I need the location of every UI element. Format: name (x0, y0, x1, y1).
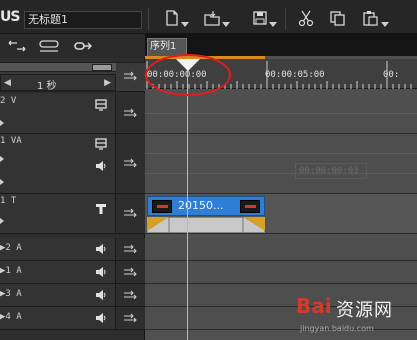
track-4-a[interactable]: ▶4 A (0, 307, 145, 330)
timescale-select[interactable]: ◀ 1 秒 ▶ (0, 74, 116, 92)
lane-1-va[interactable] (145, 134, 417, 194)
ruler-timecode-end: 00: (383, 70, 400, 80)
video-monitor-icon[interactable] (95, 138, 107, 150)
track-header[interactable]: 2 V (0, 94, 116, 133)
speaker-icon[interactable] (95, 266, 107, 278)
track-label: ▶2 A (0, 243, 22, 253)
sync-lock-icon[interactable] (123, 208, 137, 218)
track-label: 1 T (0, 196, 17, 206)
sync-lock-icon[interactable] (123, 290, 137, 300)
speaker-icon[interactable] (95, 312, 107, 324)
track-header[interactable]: 1 VA (0, 134, 116, 193)
video-monitor-icon[interactable] (95, 99, 107, 111)
sync-lock-icon[interactable] (123, 108, 137, 118)
clip-body[interactable] (147, 217, 265, 233)
project-name-field[interactable]: 无标题1 (24, 11, 142, 29)
watermark-url: jingyan.baidu.com (300, 324, 374, 333)
track-header[interactable]: 1 T (0, 194, 116, 233)
sync-lock-icon[interactable] (123, 158, 137, 168)
track-1-va[interactable]: 1 VA (0, 134, 145, 194)
sync-lock-icon[interactable] (123, 244, 137, 254)
track-height-icon[interactable] (6, 38, 28, 54)
scale-decrease-icon[interactable]: ◀ (4, 78, 11, 88)
title-clip[interactable]: 20150... (147, 196, 265, 233)
cut-icon[interactable] (297, 9, 315, 27)
track-header[interactable]: ▶3 A (0, 284, 116, 306)
timeline-mode-icon[interactable] (38, 38, 60, 54)
link-mode-icon[interactable] (72, 38, 94, 54)
ghost-timecode: 00:00:00:03 (295, 163, 367, 179)
timescale-control: ◀ 1 秒 ▶ (0, 62, 145, 92)
track-label: 2 V (0, 96, 17, 106)
track-header[interactable]: ▶2 A (0, 238, 116, 260)
track-label: 1 VA (0, 136, 22, 146)
speaker-icon[interactable] (95, 289, 107, 301)
watermark-text: 资源网 (336, 300, 393, 321)
track-label: ▶4 A (0, 312, 22, 322)
save-icon[interactable] (251, 9, 269, 27)
scale-increase-icon[interactable]: ▶ (104, 78, 111, 88)
clip-transition-marks (147, 217, 265, 233)
track-sync-cell[interactable] (116, 307, 145, 329)
track-2-v[interactable]: 2 V (0, 94, 145, 134)
title-track-icon[interactable] (95, 203, 107, 215)
speaker-icon[interactable] (95, 160, 107, 172)
clip-thumb-out (240, 200, 260, 213)
expand-caret-icon[interactable] (0, 179, 4, 185)
title-bar: US 无标题1 (0, 0, 417, 34)
app-brand: US (0, 9, 20, 25)
lane-2-v[interactable] (145, 94, 417, 134)
track-header[interactable]: ▶1 A (0, 261, 116, 283)
track-1-a[interactable]: ▶1 A (0, 261, 145, 284)
track-header-panel: ◀ 1 秒 ▶ 2 V 1 VA 1 T ▶2 A ▶1 A ▶3 A ▶4 A (0, 34, 145, 340)
track-sync-cell[interactable] (116, 238, 145, 260)
ruler-timecode-mid: 00:00:05:00 (265, 70, 325, 80)
sync-lock-icon[interactable] (123, 267, 137, 277)
timescale-slider[interactable] (0, 63, 116, 72)
timescale-slider-thumb[interactable] (92, 64, 112, 71)
track-sync-cell[interactable] (116, 261, 145, 283)
track-2-a[interactable]: ▶2 A (0, 238, 145, 261)
track-1-t[interactable]: 1 T (0, 194, 145, 234)
clip-label: 20150... (178, 199, 224, 212)
track-sync-cell[interactable] (116, 94, 145, 133)
track-3-a[interactable]: ▶3 A (0, 284, 145, 307)
toolbar-separator (148, 8, 149, 30)
expand-caret-icon[interactable] (0, 120, 4, 126)
track-sync-cell[interactable] (116, 194, 145, 233)
open-dropdown-icon[interactable] (222, 22, 230, 28)
clip-thumb-in (152, 200, 172, 213)
copy-icon[interactable] (328, 9, 346, 27)
sync-lock-icon[interactable] (123, 71, 137, 81)
track-tools-row (0, 34, 145, 58)
sync-lock-icon[interactable] (123, 313, 137, 323)
timescale-value: 1 秒 (37, 81, 57, 92)
playhead-line[interactable] (187, 59, 188, 340)
new-file-icon[interactable] (163, 9, 181, 27)
paste-dropdown-icon[interactable] (381, 22, 389, 28)
paste-icon[interactable] (361, 9, 379, 27)
track-label: ▶1 A (0, 266, 22, 276)
watermark: Bai 资源网 jingyan.baidu.com (296, 292, 417, 340)
track-sync-cell[interactable] (116, 284, 145, 306)
annotation-circle (145, 54, 231, 96)
clip-header[interactable]: 20150... (147, 196, 265, 216)
lane-2-a[interactable] (145, 238, 417, 261)
expand-caret-icon[interactable] (0, 218, 4, 224)
open-folder-icon[interactable] (203, 9, 221, 27)
sequence-tab-bar: 序列1 (145, 34, 417, 56)
track-label: ▶3 A (0, 289, 22, 299)
track-sync-cell[interactable] (116, 134, 145, 193)
expand-caret-icon[interactable] (0, 156, 4, 162)
new-file-dropdown-icon[interactable] (181, 22, 189, 28)
speaker-icon[interactable] (95, 243, 107, 255)
toolbar-separator (285, 8, 286, 30)
save-dropdown-icon[interactable] (269, 22, 277, 28)
track-header[interactable]: ▶4 A (0, 307, 116, 329)
watermark-logo: Bai (296, 294, 332, 318)
lane-1-a[interactable] (145, 261, 417, 284)
